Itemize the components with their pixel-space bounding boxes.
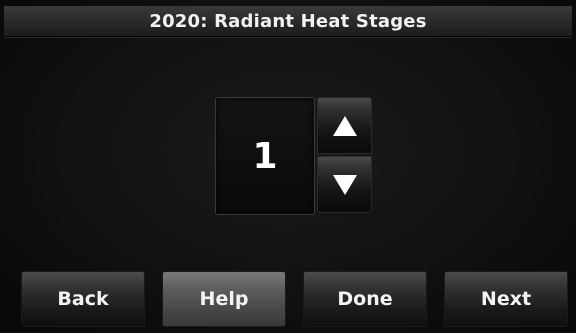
triangle-up-icon bbox=[332, 115, 357, 136]
value-stepper: 1 bbox=[215, 97, 372, 215]
next-button[interactable]: Next bbox=[444, 271, 568, 327]
soft-button-row: Back Help Done Next bbox=[0, 271, 576, 329]
done-button-label: Done bbox=[337, 288, 393, 310]
setting-value: 1 bbox=[252, 135, 278, 177]
page-title: 2020: Radiant Heat Stages bbox=[149, 10, 427, 32]
help-button[interactable]: Help bbox=[162, 271, 286, 327]
increase-button[interactable] bbox=[317, 97, 372, 154]
value-display: 1 bbox=[215, 97, 315, 215]
next-button-label: Next bbox=[480, 288, 532, 310]
thermostat-screen: 2020: Radiant Heat Stages 1 Back Help Do… bbox=[0, 0, 576, 333]
decrease-button[interactable] bbox=[317, 156, 372, 213]
triangle-down-icon bbox=[332, 174, 357, 195]
help-button-label: Help bbox=[199, 288, 249, 310]
title-bar: 2020: Radiant Heat Stages bbox=[4, 6, 572, 37]
back-button-label: Back bbox=[57, 288, 109, 310]
done-button[interactable]: Done bbox=[303, 271, 427, 327]
back-button[interactable]: Back bbox=[21, 271, 145, 327]
